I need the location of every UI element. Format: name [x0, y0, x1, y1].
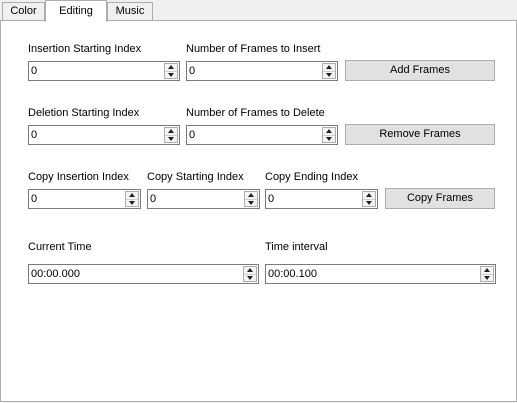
- spin-arrows[interactable]: [244, 191, 258, 207]
- tab-music[interactable]: Music: [107, 2, 153, 20]
- copy-insertion-label: Copy Insertion Index: [28, 171, 129, 183]
- spin-down-icon[interactable]: [165, 71, 177, 78]
- current-time-value[interactable]: 00:00.000: [31, 265, 80, 283]
- delete-count-spinbox[interactable]: 0: [186, 125, 338, 145]
- delete-count-label: Number of Frames to Delete: [186, 107, 325, 119]
- spin-arrows[interactable]: [480, 266, 494, 282]
- deletion-start-value[interactable]: 0: [31, 126, 37, 144]
- spin-arrows[interactable]: [362, 191, 376, 207]
- copy-end-value[interactable]: 0: [268, 190, 274, 208]
- current-time-spinbox[interactable]: 00:00.000: [28, 264, 259, 284]
- copy-end-label: Copy Ending Index: [265, 171, 358, 183]
- spin-down-icon[interactable]: [165, 135, 177, 142]
- insert-count-value[interactable]: 0: [189, 62, 195, 80]
- spin-down-icon[interactable]: [245, 199, 257, 206]
- delete-count-value[interactable]: 0: [189, 126, 195, 144]
- remove-frames-button[interactable]: Remove Frames: [345, 124, 495, 145]
- tab-editing[interactable]: Editing: [45, 0, 107, 22]
- spin-down-icon[interactable]: [363, 199, 375, 206]
- time-interval-label: Time interval: [265, 241, 328, 253]
- time-interval-value[interactable]: 00:00.100: [268, 265, 317, 283]
- spin-down-icon[interactable]: [323, 135, 335, 142]
- insert-count-spinbox[interactable]: 0: [186, 61, 338, 81]
- tab-color[interactable]: Color: [2, 2, 45, 20]
- spin-arrows[interactable]: [243, 266, 257, 282]
- copy-frames-button[interactable]: Copy Frames: [385, 188, 495, 209]
- time-interval-spinbox[interactable]: 00:00.100: [265, 264, 496, 284]
- insertion-start-spinbox[interactable]: 0: [28, 61, 180, 81]
- spin-arrows[interactable]: [164, 63, 178, 79]
- deletion-start-label: Deletion Starting Index: [28, 107, 140, 119]
- insert-count-label: Number of Frames to Insert: [186, 43, 321, 55]
- spin-down-icon[interactable]: [323, 71, 335, 78]
- tab-bar: Color Editing Music: [0, 0, 517, 22]
- insertion-start-label: Insertion Starting Index: [28, 43, 142, 55]
- deletion-start-spinbox[interactable]: 0: [28, 125, 180, 145]
- spin-arrows[interactable]: [164, 127, 178, 143]
- spin-arrows[interactable]: [322, 63, 336, 79]
- spin-arrows[interactable]: [125, 191, 139, 207]
- insertion-start-value[interactable]: 0: [31, 62, 37, 80]
- copy-insertion-spinbox[interactable]: 0: [28, 189, 141, 209]
- copy-end-spinbox[interactable]: 0: [265, 189, 378, 209]
- copy-start-spinbox[interactable]: 0: [147, 189, 260, 209]
- current-time-label: Current Time: [28, 241, 92, 253]
- spin-down-icon[interactable]: [244, 274, 256, 281]
- copy-start-label: Copy Starting Index: [147, 171, 244, 183]
- copy-start-value[interactable]: 0: [150, 190, 156, 208]
- copy-insertion-value[interactable]: 0: [31, 190, 37, 208]
- spin-down-icon[interactable]: [481, 274, 493, 281]
- spin-down-icon[interactable]: [126, 199, 138, 206]
- spin-arrows[interactable]: [322, 127, 336, 143]
- add-frames-button[interactable]: Add Frames: [345, 60, 495, 81]
